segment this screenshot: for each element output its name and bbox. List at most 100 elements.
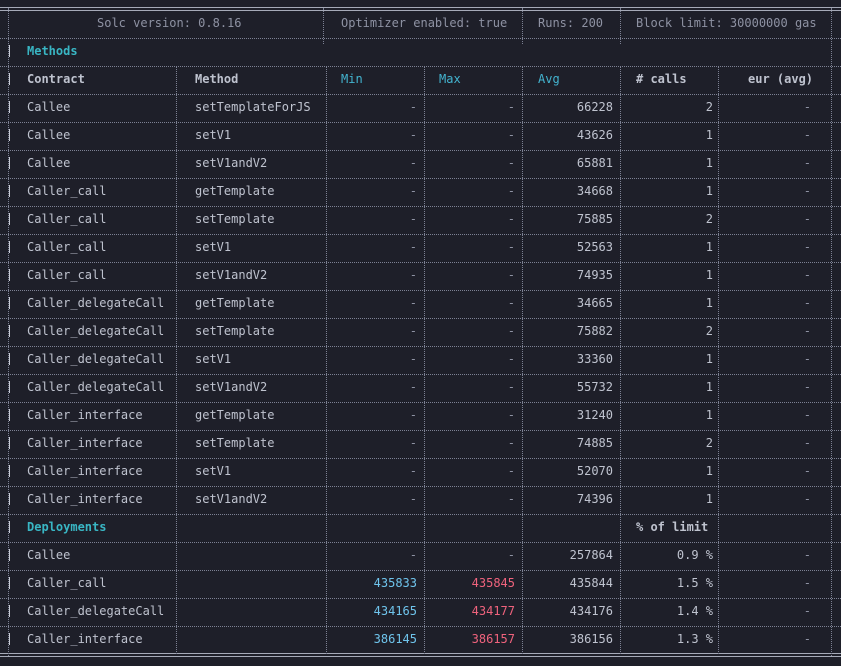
dep-max: 434177: [471, 604, 515, 618]
row-divider: [0, 262, 841, 263]
row-pipe: [9, 633, 10, 645]
row-pipe: [9, 381, 10, 393]
cell-method: getTemplate: [195, 408, 275, 422]
col-avg: Avg: [538, 72, 560, 86]
cell-avg: 34668: [576, 184, 613, 198]
dep-max: 386157: [471, 632, 515, 646]
cell-calls: 1: [705, 268, 713, 282]
row-pipe: [9, 213, 10, 225]
row-divider: [0, 626, 841, 627]
row-divider: [0, 150, 841, 151]
gas-report-terminal: Solc version: 0.8.16 Optimizer enabled: t…: [0, 0, 841, 666]
cell-method: setV1: [195, 464, 232, 478]
row-pipe: [9, 157, 10, 169]
cell-eur: -: [803, 380, 811, 394]
row-divider: [0, 598, 841, 599]
cell-eur: -: [803, 212, 811, 226]
cell-calls: 1: [705, 380, 713, 394]
cell-avg: 66228: [576, 100, 613, 114]
cell-min: -: [409, 240, 417, 254]
row-divider: [0, 94, 841, 95]
cell-contract: Callee: [27, 128, 71, 142]
row-divider: [0, 542, 841, 543]
cell-max: -: [507, 324, 515, 338]
cell-method: setV1: [195, 352, 232, 366]
dep-min: -: [409, 548, 417, 562]
cell-calls: 2: [705, 436, 713, 450]
cell-avg: 75885: [576, 212, 613, 226]
column-divider: [424, 66, 425, 654]
row-divider: [0, 486, 841, 487]
cell-eur: -: [803, 100, 811, 114]
dep-contract: Caller_call: [27, 576, 107, 590]
row-divider: [0, 122, 841, 123]
cell-calls: 2: [705, 212, 713, 226]
dep-eur: -: [803, 576, 811, 590]
row-divider: [0, 234, 841, 235]
cell-min: -: [409, 380, 417, 394]
dep-limit-pct: 1.5 %: [676, 576, 713, 590]
cell-eur: -: [803, 352, 811, 366]
cell-method: getTemplate: [195, 184, 275, 198]
cell-calls: 1: [705, 128, 713, 142]
cell-method: setTemplate: [195, 212, 275, 226]
cell-method: getTemplate: [195, 296, 275, 310]
cell-min: -: [409, 296, 417, 310]
cell-max: -: [507, 436, 515, 450]
cell-min: -: [409, 268, 417, 282]
row-pipe: [9, 409, 10, 421]
header-divider: [323, 8, 324, 44]
cell-avg: 74396: [576, 492, 613, 506]
cell-calls: 1: [705, 352, 713, 366]
cell-max: -: [507, 408, 515, 422]
dep-avg: 257864: [569, 548, 613, 562]
row-divider: [0, 318, 841, 319]
row-pipe: [9, 465, 10, 477]
row-divider: [0, 206, 841, 207]
cell-avg: 75882: [576, 324, 613, 338]
dep-min: 386145: [373, 632, 417, 646]
cell-contract: Caller_call: [27, 240, 107, 254]
cell-min: -: [409, 352, 417, 366]
cell-calls: 1: [705, 156, 713, 170]
cell-calls: 1: [705, 408, 713, 422]
row-divider: [0, 346, 841, 347]
row-pipe: [9, 577, 10, 589]
cell-contract: Caller_interface: [27, 436, 143, 450]
cell-avg: 31240: [576, 408, 613, 422]
dep-avg: 435844: [569, 576, 613, 590]
cell-calls: 2: [705, 324, 713, 338]
cell-method: setV1: [195, 240, 232, 254]
cell-contract: Caller_delegateCall: [27, 296, 165, 310]
cell-eur: -: [803, 268, 811, 282]
cell-eur: -: [803, 492, 811, 506]
cell-min: -: [409, 492, 417, 506]
row-divider: [0, 514, 841, 515]
cell-max: -: [507, 100, 515, 114]
dep-contract: Callee: [27, 548, 71, 562]
row-divider: [0, 66, 841, 67]
cell-contract: Caller_call: [27, 184, 107, 198]
runs: Runs: 200: [538, 16, 604, 30]
header-divider: [522, 8, 523, 44]
cell-max: -: [507, 296, 515, 310]
col-min: Min: [341, 72, 363, 86]
cell-max: -: [507, 268, 515, 282]
column-divider: [176, 66, 177, 654]
cell-contract: Callee: [27, 100, 71, 114]
cell-eur: -: [803, 464, 811, 478]
cell-avg: 34665: [576, 296, 613, 310]
deployments-title: Deployments: [27, 520, 107, 534]
cell-contract: Callee: [27, 156, 71, 170]
cell-calls: 2: [705, 100, 713, 114]
cell-avg: 74935: [576, 268, 613, 282]
row-divider: [0, 374, 841, 375]
cell-eur: -: [803, 408, 811, 422]
cell-max: -: [507, 380, 515, 394]
cell-avg: 43626: [576, 128, 613, 142]
cell-min: -: [409, 324, 417, 338]
cell-avg: 74885: [576, 436, 613, 450]
cell-min: -: [409, 100, 417, 114]
cell-avg: 52563: [576, 240, 613, 254]
cell-max: -: [507, 184, 515, 198]
